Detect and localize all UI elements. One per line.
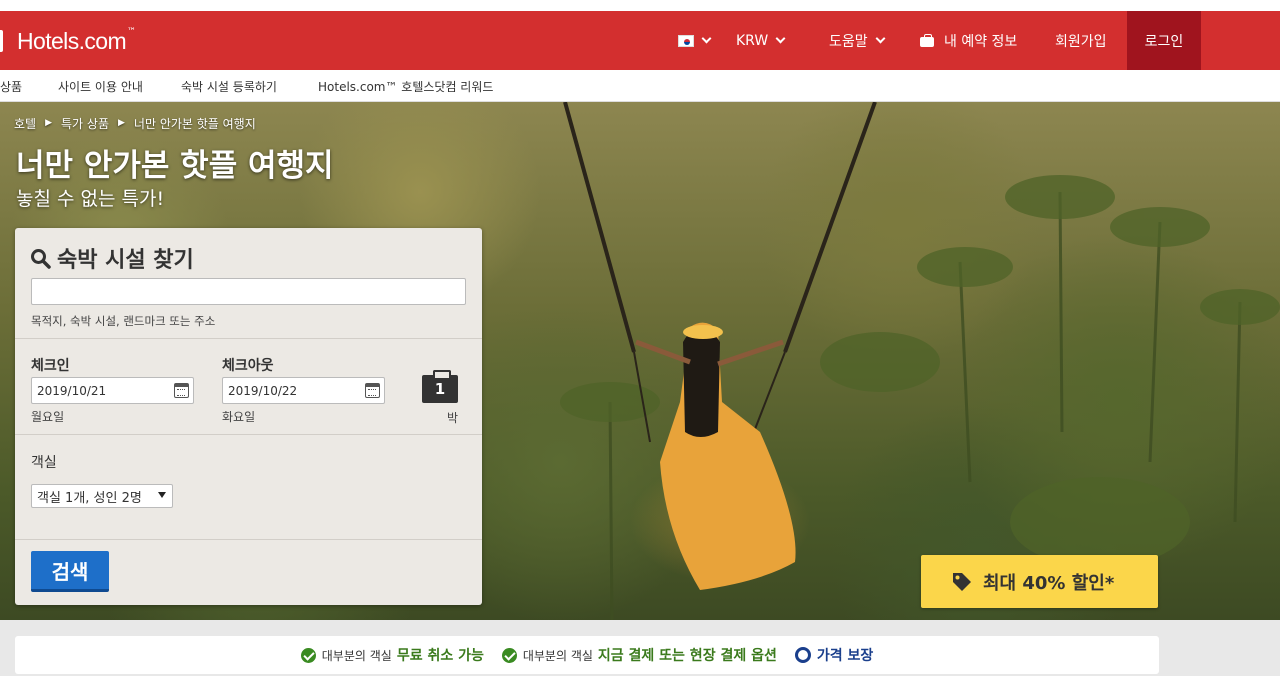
checkout-date-value: 2019/10/22	[228, 383, 298, 398]
my-bookings-label: 내 예약 정보	[944, 33, 1018, 50]
checkin-label: 체크인	[31, 358, 70, 374]
rooms-guests-value: 객실 1개, 성인 2명	[37, 490, 142, 506]
calendar-icon[interactable]	[365, 383, 380, 398]
search-title-text: 숙박 시설 찾기	[57, 248, 194, 273]
price-guarantee-icon	[794, 647, 811, 663]
chevron-down-icon	[701, 33, 712, 44]
calendar-icon[interactable]	[174, 383, 189, 398]
chevron-down-icon	[775, 33, 786, 44]
benefits-bar: 대부분의 객실 무료 취소 가능 대부분의 객실 지금 결제 또는 현장 결제 …	[15, 636, 1159, 674]
divider	[15, 434, 482, 435]
checkin-date-input[interactable]: 2019/10/21	[31, 377, 194, 404]
rooms-label: 객실	[31, 455, 57, 471]
page-subtitle: 놓칠 수 없는 특가!	[16, 188, 165, 210]
hotels-logo[interactable]: Hotels.com ™	[0, 27, 137, 54]
breadcrumb-separator-icon: ▶	[118, 118, 125, 128]
benefit-strong: 지금 결제 또는 현장 결제 옵션	[597, 648, 777, 664]
search-panel-title: 숙박 시설 찾기	[30, 242, 194, 274]
page-title: 너만 안가본 핫플 여행지	[16, 148, 334, 184]
subnav-item-list-property[interactable]: 숙박 시설 등록하기	[181, 78, 277, 95]
subnav-item-site-guide[interactable]: 사이트 이용 안내	[58, 78, 143, 95]
benefit-pay-options: 대부분의 객실 지금 결제 또는 현장 결제 옵션	[501, 645, 777, 665]
subnav-item-products[interactable]: 상품	[0, 78, 22, 95]
check-circle-icon	[300, 647, 316, 663]
chevron-down-icon	[875, 33, 886, 44]
signup-link[interactable]: 회원가입	[1055, 11, 1107, 70]
breadcrumb-separator-icon: ▶	[45, 118, 53, 128]
promo-text: 최대 40% 할인*	[983, 572, 1115, 594]
checkout-weekday: 화요일	[222, 410, 256, 424]
logo-text: Hotels.com	[17, 27, 127, 54]
language-selector[interactable]	[678, 11, 712, 70]
signup-label: 회원가입	[1055, 33, 1107, 50]
breadcrumb-current: 너만 안가본 핫플 여행지	[133, 117, 256, 131]
destination-hint: 목적지, 숙박 시설, 랜드마크 또는 주소	[31, 314, 216, 328]
breadcrumb-hotels[interactable]: 호텔	[14, 115, 36, 132]
help-label: 도움말	[829, 33, 868, 50]
search-button[interactable]: 검색	[31, 551, 109, 592]
login-label: 로그인	[1144, 33, 1184, 50]
currency-label: KRW	[736, 32, 769, 49]
currency-selector[interactable]: KRW	[736, 11, 786, 70]
korea-flag-icon	[678, 34, 694, 47]
checkin-weekday: 월요일	[31, 410, 65, 424]
checkout-date-input[interactable]: 2019/10/22	[222, 377, 385, 404]
search-panel: 숙박 시설 찾기 목적지, 숙박 시설, 랜드마크 또는 주소 체크인 2019…	[15, 228, 482, 605]
sub-navigation: 상품 사이트 이용 안내 숙박 시설 등록하기 Hotels.com™ 호텔스닷…	[0, 70, 1280, 102]
divider	[15, 539, 482, 540]
rooms-guests-select[interactable]: 객실 1개, 성인 2명	[31, 484, 173, 508]
site-header: Hotels.com ™ KRW 도움말 내 예약 정보 회원가입 로그인	[0, 11, 1280, 70]
divider	[15, 338, 482, 339]
benefit-prefix: 대부분의 객실	[321, 648, 392, 663]
benefit-free-cancel: 대부분의 객실 무료 취소 가능	[300, 645, 484, 665]
discount-promo-button[interactable]: 최대 40% 할인*	[921, 555, 1158, 608]
search-icon	[31, 248, 51, 269]
breadcrumb: 호텔 ▶ 특가 상품 ▶ 너만 안가본 핫플 여행지	[14, 115, 256, 132]
nights-unit: 박	[447, 411, 459, 425]
my-bookings-link[interactable]: 내 예약 정보	[920, 11, 1017, 70]
destination-input[interactable]	[31, 278, 466, 305]
subnav-item-rewards[interactable]: Hotels.com™ 호텔스닷컴 리워드	[318, 78, 493, 95]
logo-mark-icon	[0, 30, 3, 52]
benefit-strong: 가격 보장	[816, 648, 874, 664]
logo-tm: ™	[127, 27, 137, 37]
breadcrumb-deals[interactable]: 특가 상품	[61, 115, 109, 132]
benefit-prefix: 대부분의 객실	[522, 648, 593, 663]
top-strip	[0, 0, 1280, 11]
benefit-price-guarantee[interactable]: 가격 보장	[794, 645, 874, 665]
nights-count-badge: 1	[422, 370, 458, 403]
checkout-label: 체크아웃	[222, 358, 274, 374]
price-tag-icon	[953, 572, 971, 591]
help-menu[interactable]: 도움말	[829, 11, 886, 70]
login-button[interactable]: 로그인	[1127, 11, 1201, 70]
hero-banner: 호텔 ▶ 특가 상품 ▶ 너만 안가본 핫플 여행지 너만 안가본 핫플 여행지…	[0, 102, 1280, 620]
briefcase-icon	[920, 33, 934, 47]
checkin-date-value: 2019/10/21	[37, 383, 107, 398]
benefit-strong: 무료 취소 가능	[396, 648, 484, 664]
check-circle-icon	[501, 647, 517, 663]
dropdown-arrow-icon	[158, 492, 166, 498]
